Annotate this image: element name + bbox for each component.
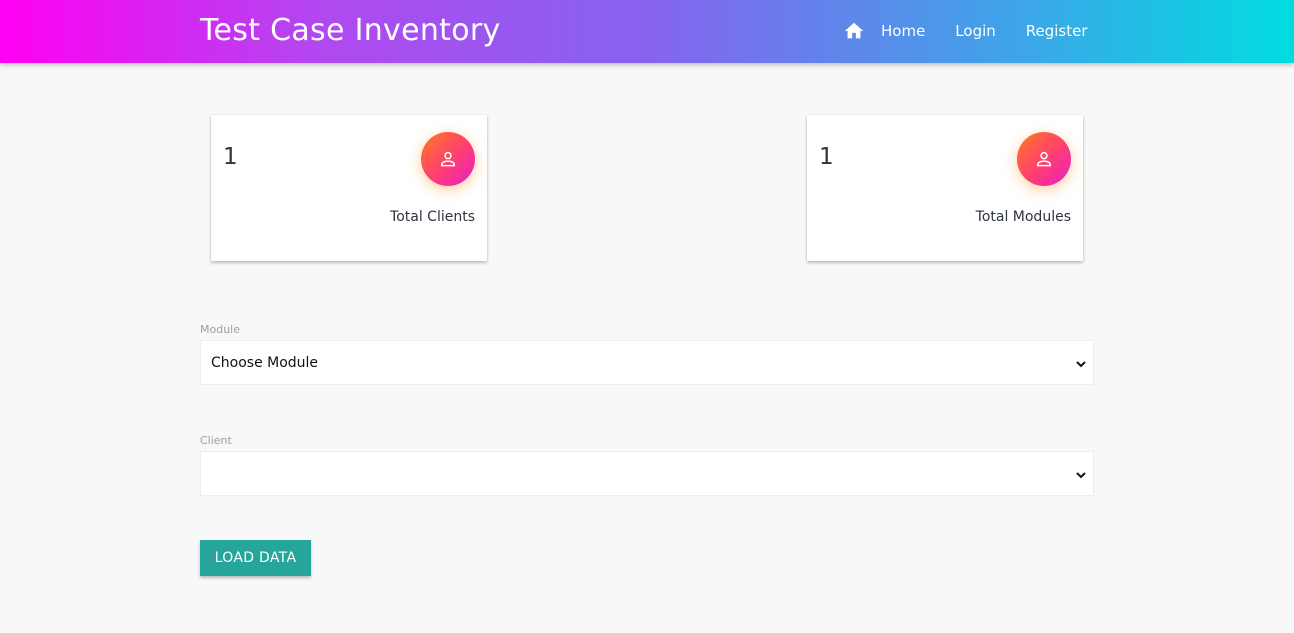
total-clients-card: 1 Total Clients xyxy=(211,115,487,261)
chevron-down-icon xyxy=(1075,469,1087,481)
total-modules-label: Total Modules xyxy=(975,209,1071,225)
home-icon xyxy=(843,20,865,42)
load-data-button[interactable]: LOAD DATA xyxy=(200,540,311,576)
nav-register-link[interactable]: Register xyxy=(1026,22,1088,40)
client-select[interactable] xyxy=(200,451,1094,496)
module-field-label: Module xyxy=(200,323,240,336)
person-icon xyxy=(421,132,475,186)
top-navbar: Test Case Inventory Home Login Register xyxy=(0,0,1294,63)
chevron-down-icon xyxy=(1075,358,1087,370)
total-modules-count: 1 xyxy=(819,144,834,170)
module-select[interactable]: Choose Module xyxy=(200,340,1094,385)
client-field-label: Client xyxy=(200,434,232,447)
module-select-value: Choose Module xyxy=(211,354,319,371)
nav-home-link[interactable]: Home xyxy=(843,20,925,42)
nav-login-link[interactable]: Login xyxy=(955,22,995,40)
person-icon xyxy=(1017,132,1071,186)
total-clients-count: 1 xyxy=(223,144,238,170)
total-modules-card: 1 Total Modules xyxy=(807,115,1083,261)
nav-home-label: Home xyxy=(881,22,926,40)
nav-links: Home Login Register xyxy=(843,19,1088,43)
brand-title[interactable]: Test Case Inventory xyxy=(200,13,501,48)
total-clients-label: Total Clients xyxy=(390,209,475,225)
